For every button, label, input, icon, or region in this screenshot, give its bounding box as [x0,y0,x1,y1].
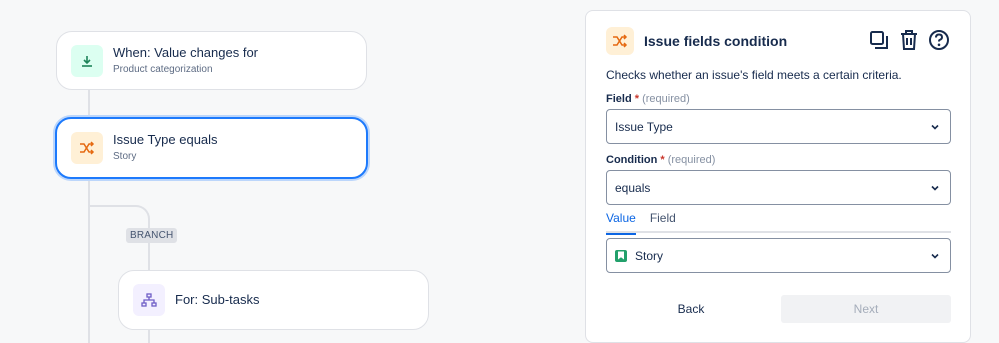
trash-icon[interactable] [898,28,920,52]
download-icon [71,44,103,77]
tab-value[interactable]: Value [606,211,636,235]
condition-title: Issue Type equals [113,132,218,147]
field-select-value: Issue Type [615,119,673,134]
next-button[interactable]: Next [781,295,951,323]
field-label: Field * (required) [606,93,690,105]
branch-node[interactable]: For: Sub-tasks [118,270,429,330]
branch-node-title: For: Sub-tasks [175,292,260,307]
tab-field[interactable]: Field [650,211,676,233]
condition-select[interactable]: equals [606,170,951,205]
panel-toolbar [868,28,950,52]
panel-description: Checks whether an issue's field meets a … [606,68,902,82]
trigger-subtitle: Product categorization [113,63,213,75]
trigger-node[interactable]: When: Value changes for Product categori… [56,31,367,90]
condition-select-value: equals [615,180,651,195]
field-select[interactable]: Issue Type [606,109,951,144]
branch-badge: BRANCH [126,228,178,243]
value-field-tabs: Value Field [606,211,951,235]
condition-node[interactable]: Issue Type equals Story [55,117,368,179]
story-icon [615,249,627,262]
value-select[interactable]: Story [606,238,951,273]
shuffle-icon [606,27,634,55]
condition-label: Condition * (required) [606,154,716,166]
copy-icon[interactable] [868,28,890,52]
config-panel: Issue fields condition Checks whether an… [585,10,971,343]
trigger-title: When: Value changes for [113,44,259,60]
back-button[interactable]: Back [606,295,776,323]
chevron-down-icon [931,124,939,130]
condition-subtitle: Story [113,151,137,162]
panel-header: Issue fields condition [606,27,787,55]
help-icon[interactable] [928,28,950,52]
value-select-value: Story [635,248,664,263]
hierarchy-icon [133,284,165,316]
panel-title: Issue fields condition [644,33,788,49]
shuffle-icon [71,132,103,164]
chevron-down-icon [931,185,939,191]
chevron-down-icon [931,253,939,259]
